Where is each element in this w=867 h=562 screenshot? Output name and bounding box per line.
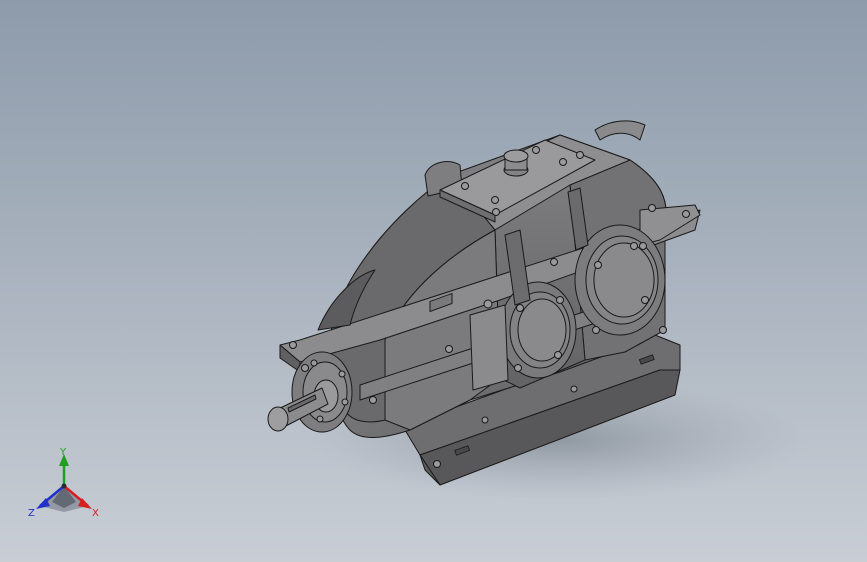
bearing-cover-large-center — [593, 242, 655, 318]
input-shaft-end — [267, 406, 289, 432]
triad-z-label: Z — [28, 508, 35, 519]
graphics-viewport[interactable]: Y X Z — [0, 0, 867, 562]
lifting-lug-right — [594, 120, 646, 141]
triad-x-label: X — [92, 508, 99, 519]
bolt-block — [469, 304, 509, 391]
breather-plug-top — [503, 149, 529, 163]
triad-y-label: Y — [59, 447, 67, 458]
triad-origin — [61, 483, 67, 489]
gear-reducer-model[interactable] — [0, 0, 867, 562]
view-orientation-triad[interactable]: Y X Z — [22, 446, 106, 524]
